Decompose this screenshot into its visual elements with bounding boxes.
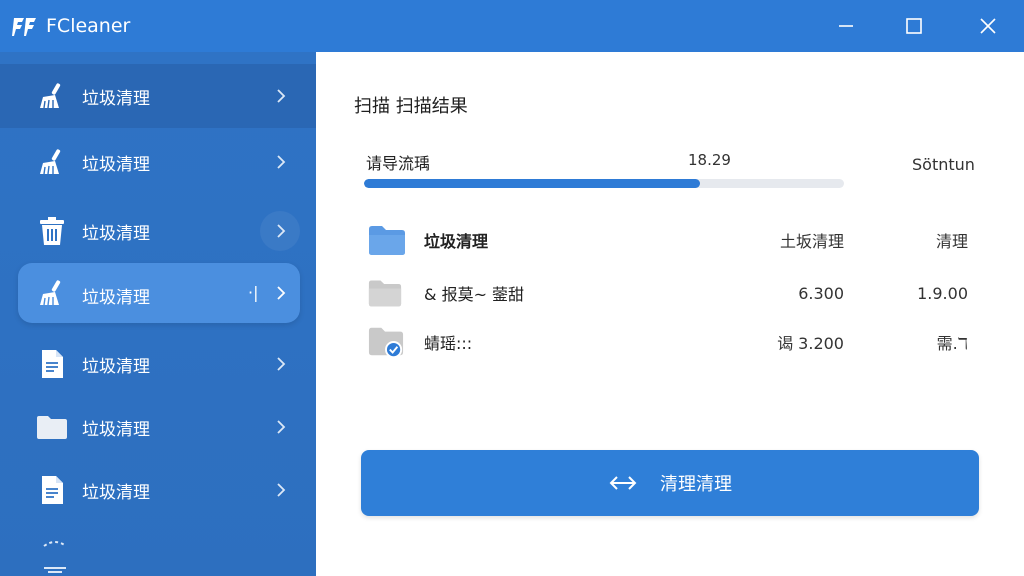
- minimize-icon: [839, 25, 853, 27]
- row-name: 蜻瑶:::: [424, 334, 473, 353]
- chevron-right-icon: [277, 420, 286, 434]
- chevron-right-icon: [277, 224, 286, 238]
- result-row[interactable]: & 报莫~ 蓥甜 6.300 1.9.00: [364, 271, 984, 315]
- broom-icon: [36, 80, 68, 112]
- progress-bar: [364, 179, 844, 188]
- sidebar: 垃圾清理 垃圾清理 垃圾清理 垃圾清理 ·| 垃圾清理 垃圾清理 垃圾清理: [0, 52, 316, 576]
- clean-button[interactable]: 清理清理: [361, 450, 979, 516]
- sidebar-item-junk-clean-6[interactable]: 垃圾清理: [0, 395, 316, 459]
- clean-button-label: 清理清理: [660, 474, 732, 495]
- broom-icon: [36, 277, 68, 309]
- progress-value: 18.29: [688, 151, 731, 169]
- page-title: 扫描 扫描结果: [354, 96, 468, 117]
- chevron-right-icon: [277, 89, 286, 103]
- trash-icon: [36, 215, 68, 247]
- sidebar-item-label: 垃圾清理: [82, 482, 150, 503]
- document-icon: [36, 474, 68, 506]
- sidebar-item-label: 垃圾清理: [82, 154, 150, 175]
- chevron-right-icon: [277, 286, 286, 300]
- sidebar-item-label: 垃圾清理: [82, 223, 150, 244]
- main-panel: 扫描 扫描结果 请导流瑀 18.29 Sötntun 垃圾清理 土坂清理 清理 …: [316, 52, 1024, 576]
- sidebar-item-junk-clean-5[interactable]: 垃圾清理: [0, 332, 316, 396]
- row-col1: 6.300: [798, 283, 844, 303]
- partial-settings-icon: [43, 541, 67, 573]
- row-col2: 清理: [935, 232, 968, 251]
- fcleaner-logo-icon: [12, 18, 36, 36]
- close-icon: [980, 18, 996, 34]
- chevron-right-icon: [277, 357, 286, 371]
- title-bar: FCleaner: [0, 0, 1024, 52]
- sidebar-item-extra: ·|: [248, 283, 259, 302]
- folder-check-icon: [368, 327, 404, 359]
- double-arrow-icon: [609, 476, 637, 490]
- sidebar-item-junk-clean-1[interactable]: 垃圾清理: [0, 64, 316, 128]
- progress-status: Sötntun: [912, 155, 975, 174]
- row-name: & 报莫~ 蓥甜: [424, 285, 525, 304]
- row-col1: 谒 3.200: [777, 334, 844, 353]
- row-col2: 需.ℸ: [936, 334, 968, 353]
- broom-icon: [36, 146, 68, 178]
- sidebar-item-label: 垃圾清理: [82, 419, 150, 440]
- folder-icon: [369, 226, 405, 255]
- window-title: FCleaner: [46, 15, 131, 37]
- folder-icon: [368, 280, 402, 307]
- sidebar-item-junk-clean-7[interactable]: 垃圾清理: [0, 458, 316, 522]
- result-header-row[interactable]: 垃圾清理 土坂清理 清理: [364, 218, 984, 262]
- document-icon: [36, 348, 68, 380]
- chevron-right-icon: [277, 155, 286, 169]
- row-name: 垃圾清理: [424, 232, 489, 251]
- sidebar-item-junk-clean-active[interactable]: 垃圾清理 ·|: [0, 263, 316, 327]
- sidebar-item-label: 垃圾清理: [82, 88, 150, 109]
- sidebar-item-junk-clean-3[interactable]: 垃圾清理: [0, 199, 316, 263]
- folder-icon: [36, 411, 68, 443]
- sidebar-item-label: 垃圾清理: [82, 356, 150, 377]
- minimize-button[interactable]: [818, 0, 874, 52]
- row-col2: 1.9.00: [917, 283, 968, 303]
- sidebar-item-junk-clean-2[interactable]: 垃圾清理: [0, 130, 316, 194]
- progress-fill: [364, 179, 700, 188]
- result-row[interactable]: 蜻瑶::: 谒 3.200 需.ℸ: [364, 320, 984, 364]
- sidebar-item-label: 垃圾清理: [82, 288, 150, 308]
- close-button[interactable]: [960, 0, 1016, 52]
- maximize-button[interactable]: [886, 0, 942, 52]
- progress-label: 请导流瑀: [366, 154, 431, 173]
- chevron-right-icon: [277, 483, 286, 497]
- maximize-icon: [906, 18, 922, 34]
- row-col1: 土坂清理: [779, 232, 844, 251]
